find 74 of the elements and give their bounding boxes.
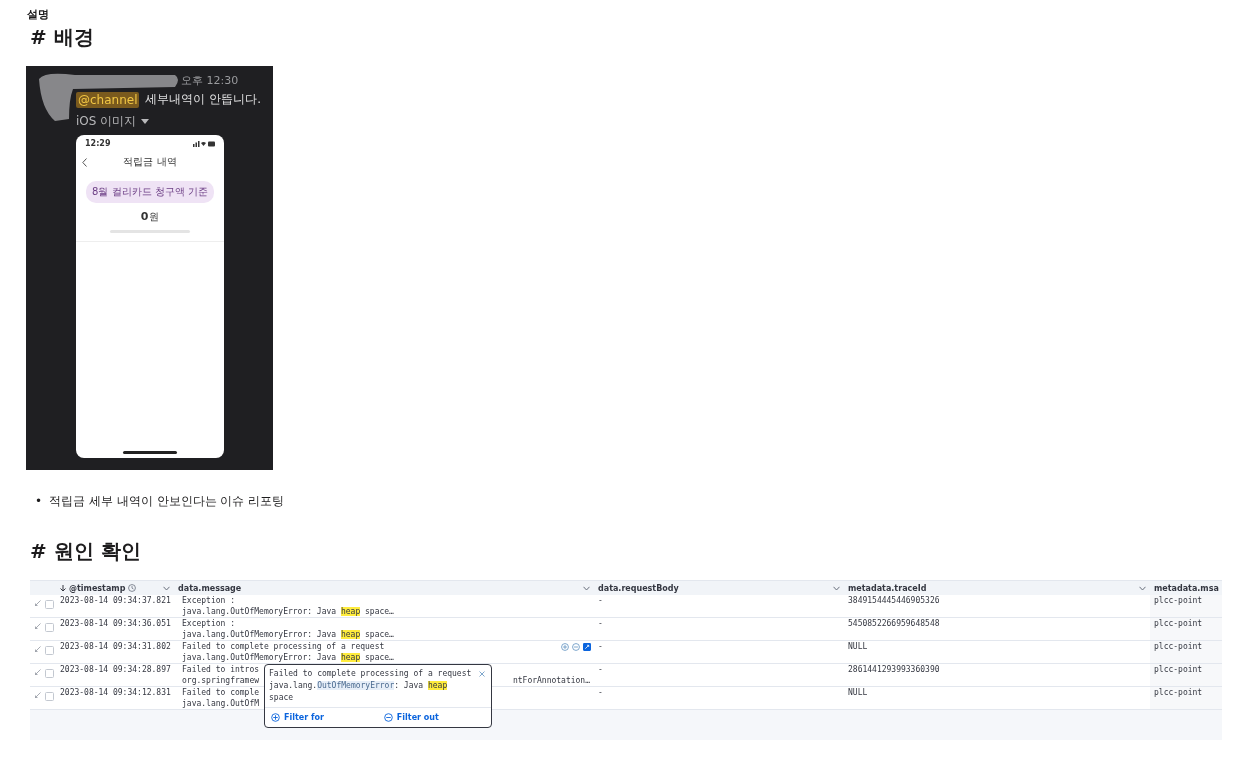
column-header[interactable]: metadata.msa <box>1154 583 1219 593</box>
plus-circle-icon <box>271 713 280 722</box>
column-header[interactable]: @timestamp <box>69 583 126 593</box>
expand-icon[interactable] <box>35 600 41 606</box>
back-chevron-icon[interactable] <box>82 157 87 167</box>
bullet-marker: • <box>35 493 43 510</box>
table-cell: Exception : java.lang.OutOfMemoryError: Java heap space… <box>182 596 394 617</box>
amount-unit: 원 <box>149 210 160 224</box>
screen-title: 적립금 내역 <box>123 155 177 169</box>
section-heading: # 배경 <box>30 24 95 50</box>
table-cell-text: NULL <box>847 641 869 653</box>
filter-in-icon[interactable] <box>561 643 569 651</box>
table-cell-text: - <box>597 687 604 699</box>
table-cell-text: 2023-08-14 09:34:31.802 <box>59 641 172 653</box>
filter-out-icon[interactable] <box>572 643 580 651</box>
table-cell-text: 2023-08-14 09:34:36.051 <box>59 618 172 630</box>
status-icons-icon <box>193 140 215 147</box>
table-cell: plcc-point <box>1150 664 1222 686</box>
table-cell: plcc-point <box>1150 641 1222 663</box>
table-cell-text: 2861441293993360390 <box>847 664 941 676</box>
channel-mention: @channel <box>76 91 140 108</box>
table-cell: plcc-point <box>1150 687 1222 709</box>
billing-pill[interactable]: 8월 컬리카드 청구액 기준 <box>86 181 214 203</box>
amount-value: 0 <box>140 210 149 223</box>
attachment-label: iOS 이미지 <box>76 113 137 130</box>
expand-icon[interactable] <box>35 623 41 629</box>
row-checkbox[interactable] <box>45 692 54 701</box>
filter-out-button[interactable]: Filter out <box>383 713 439 722</box>
table-cell-text: - <box>597 595 604 607</box>
clock-icon <box>128 584 137 592</box>
filter-for-button[interactable]: Filter for <box>271 713 324 722</box>
chevron-down-icon[interactable] <box>1139 585 1146 591</box>
section-heading: # 원인 확인 <box>30 538 142 564</box>
chevron-down-icon[interactable] <box>833 585 840 591</box>
table-cell: Failed to intros org.springframew <box>182 665 260 686</box>
table-cell-text: - <box>597 641 604 653</box>
status-time: 12:29 <box>85 139 111 148</box>
row-checkbox[interactable] <box>45 600 54 609</box>
row-checkbox[interactable] <box>45 669 54 678</box>
table-cell-text: - <box>597 664 604 676</box>
table-cell: Failed to complete processing of a request java.lang.OutOfMemoryError: Java heap space… <box>182 642 394 663</box>
row-checkbox[interactable] <box>45 646 54 655</box>
table-cell-text: 5450852266959648548 <box>847 618 941 630</box>
table-cell: plcc-point <box>1150 618 1222 640</box>
column-header[interactable]: metadata.traceId <box>848 583 927 593</box>
table-cell: Exception : java.lang.OutOfMemoryError: Java heap space… <box>182 619 394 640</box>
caret-icon[interactable] <box>141 118 150 125</box>
sort-arrow-icon[interactable] <box>60 584 66 592</box>
expand-icon[interactable] <box>35 646 41 652</box>
message-time: 오후 12:30 <box>181 74 240 88</box>
table-cell-text: 2023-08-14 09:34:37.821 <box>59 595 172 607</box>
column-header[interactable]: data.message <box>178 583 242 593</box>
close-icon[interactable] <box>479 671 485 677</box>
expand-icon[interactable] <box>35 692 41 698</box>
popover-message: Failed to complete processing of a request java.lang.OutOfMemoryError: Java heap space <box>269 668 472 704</box>
bullet-item: 적립금 세부 내역이 안보인다는 이슈 리포팅 <box>49 493 285 510</box>
row-checkbox[interactable] <box>45 623 54 632</box>
chevron-down-icon[interactable] <box>163 585 170 591</box>
expand-popover-icon[interactable] <box>583 643 591 651</box>
minus-circle-icon <box>383 713 393 722</box>
table-cell-text: NULL <box>847 687 869 699</box>
table-cell: ntForAnnotation… <box>512 675 590 686</box>
table-cell-text: 2023-08-14 09:34:12.831 <box>59 687 172 699</box>
expand-icon[interactable] <box>35 669 41 675</box>
table-cell-text: - <box>597 618 604 630</box>
table-cell: plcc-point <box>1150 595 1222 617</box>
home-indicator <box>123 451 177 454</box>
table-cell-text: 2023-08-14 09:34:28.897 <box>59 664 172 676</box>
chat-message: 세부내역이 안뜹니다. <box>145 91 262 108</box>
column-header[interactable]: data.requestBody <box>598 583 679 593</box>
chevron-down-icon[interactable] <box>583 585 590 591</box>
description-label: 설명 <box>27 8 50 22</box>
table-cell: Failed to comple java.lang.OutOfM <box>182 688 260 709</box>
table-cell-text: 3849154445446905326 <box>847 595 941 607</box>
